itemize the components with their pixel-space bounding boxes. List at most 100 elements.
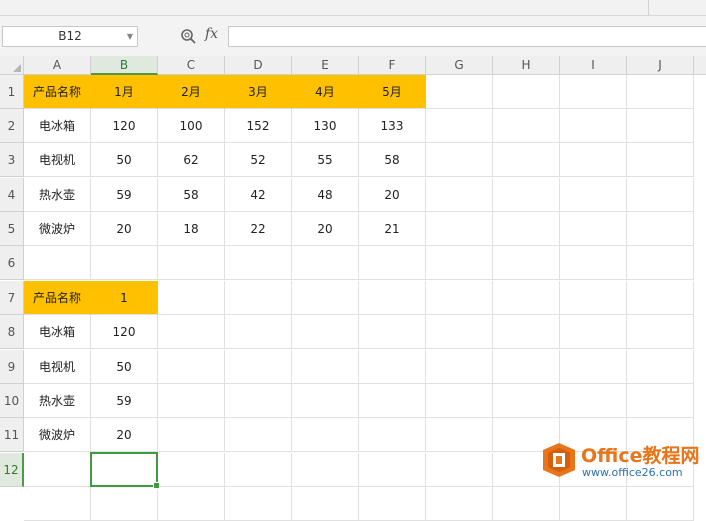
cell-e12[interactable] — [292, 453, 359, 487]
cell-b6[interactable] — [91, 246, 158, 280]
cell-b4[interactable]: 59 — [91, 178, 158, 212]
cell-c4[interactable]: 58 — [158, 178, 225, 212]
cell-g6[interactable] — [426, 246, 493, 280]
cell-a3[interactable]: 电视机 — [24, 143, 91, 177]
cell-d3[interactable]: 52 — [225, 143, 292, 177]
row-header-8[interactable]: 8 — [0, 315, 24, 349]
cell-f1[interactable]: 5月 — [359, 75, 426, 109]
cell-a2[interactable]: 电冰箱 — [24, 109, 91, 143]
row-header-12[interactable]: 12 — [0, 453, 24, 487]
cell-c11[interactable] — [158, 418, 225, 452]
cell-a11[interactable]: 微波炉 — [24, 418, 91, 452]
row-header-11[interactable]: 11 — [0, 418, 24, 452]
cell-c3[interactable]: 62 — [158, 143, 225, 177]
cell-f12[interactable] — [359, 453, 426, 487]
cell-h7[interactable] — [493, 281, 560, 315]
cell-f4[interactable]: 20 — [359, 178, 426, 212]
cell-i8[interactable] — [560, 315, 627, 349]
cell-i4[interactable] — [560, 178, 627, 212]
cell-f2[interactable]: 133 — [359, 109, 426, 143]
row-header-6[interactable]: 6 — [0, 246, 24, 280]
cell-ex[interactable] — [292, 487, 359, 521]
cell-c2[interactable]: 100 — [158, 109, 225, 143]
cell-d8[interactable] — [225, 315, 292, 349]
zoom-lookup-icon[interactable] — [180, 28, 198, 46]
row-header-9[interactable]: 9 — [0, 350, 24, 384]
cell-j4[interactable] — [627, 178, 694, 212]
cell-c1[interactable]: 2月 — [158, 75, 225, 109]
cell-a5[interactable]: 微波炉 — [24, 212, 91, 246]
column-header-a[interactable]: A — [24, 56, 91, 75]
cell-g11[interactable] — [426, 418, 493, 452]
cell-i9[interactable] — [560, 350, 627, 384]
cell-h6[interactable] — [493, 246, 560, 280]
cell-f5[interactable]: 21 — [359, 212, 426, 246]
column-header-f[interactable]: F — [359, 56, 426, 75]
column-header-b[interactable]: B — [91, 56, 158, 75]
cell-jx[interactable] — [627, 487, 694, 521]
cell-g10[interactable] — [426, 384, 493, 418]
fill-handle[interactable] — [153, 482, 160, 489]
cell-j2[interactable] — [627, 109, 694, 143]
name-box[interactable]: B12 ▼ — [2, 26, 138, 47]
cell-g9[interactable] — [426, 350, 493, 384]
row-header-5[interactable]: 5 — [0, 212, 24, 246]
cell-e6[interactable] — [292, 246, 359, 280]
row-header-1[interactable]: 1 — [0, 75, 24, 109]
cell-j8[interactable] — [627, 315, 694, 349]
cell-f7[interactable] — [359, 281, 426, 315]
cell-d5[interactable]: 22 — [225, 212, 292, 246]
cell-d1[interactable]: 3月 — [225, 75, 292, 109]
cell-j1[interactable] — [627, 75, 694, 109]
cell-c8[interactable] — [158, 315, 225, 349]
cell-j6[interactable] — [627, 246, 694, 280]
cell-a12[interactable] — [24, 453, 91, 487]
cell-g1[interactable] — [426, 75, 493, 109]
cell-d6[interactable] — [225, 246, 292, 280]
column-header-overflow[interactable] — [694, 56, 706, 75]
cell-h8[interactable] — [493, 315, 560, 349]
cell-c6[interactable] — [158, 246, 225, 280]
cell-h4[interactable] — [493, 178, 560, 212]
cell-f6[interactable] — [359, 246, 426, 280]
cell-e5[interactable]: 20 — [292, 212, 359, 246]
cell-bx[interactable] — [91, 487, 158, 521]
cell-a1[interactable]: 产品名称 — [24, 75, 91, 109]
cell-h9[interactable] — [493, 350, 560, 384]
column-header-c[interactable]: C — [158, 56, 225, 75]
cell-e9[interactable] — [292, 350, 359, 384]
selected-cell-cursor[interactable] — [90, 452, 160, 489]
cell-j5[interactable] — [627, 212, 694, 246]
cell-c5[interactable]: 18 — [158, 212, 225, 246]
cell-h2[interactable] — [493, 109, 560, 143]
cell-i2[interactable] — [560, 109, 627, 143]
cell-g7[interactable] — [426, 281, 493, 315]
cell-j10[interactable] — [627, 384, 694, 418]
formula-input[interactable] — [228, 26, 706, 47]
cell-ax[interactable] — [24, 487, 91, 521]
cell-e1[interactable]: 4月 — [292, 75, 359, 109]
chevron-down-icon[interactable]: ▼ — [127, 27, 133, 46]
cell-e4[interactable]: 48 — [292, 178, 359, 212]
cell-f3[interactable]: 58 — [359, 143, 426, 177]
cell-e8[interactable] — [292, 315, 359, 349]
cell-c10[interactable] — [158, 384, 225, 418]
cell-a8[interactable]: 电冰箱 — [24, 315, 91, 349]
cell-d12[interactable] — [225, 453, 292, 487]
cell-e2[interactable]: 130 — [292, 109, 359, 143]
cell-i1[interactable] — [560, 75, 627, 109]
cell-b7[interactable]: 1 — [91, 281, 158, 315]
cell-i10[interactable] — [560, 384, 627, 418]
column-header-j[interactable]: J — [627, 56, 694, 75]
row-header-2[interactable]: 2 — [0, 109, 24, 143]
cell-e10[interactable] — [292, 384, 359, 418]
cell-b3[interactable]: 50 — [91, 143, 158, 177]
cell-h5[interactable] — [493, 212, 560, 246]
column-header-e[interactable]: E — [292, 56, 359, 75]
cell-d7[interactable] — [225, 281, 292, 315]
fx-icon[interactable]: fx — [205, 26, 218, 42]
cell-f8[interactable] — [359, 315, 426, 349]
cell-ix[interactable] — [560, 487, 627, 521]
cell-g12[interactable] — [426, 453, 493, 487]
cell-e7[interactable] — [292, 281, 359, 315]
